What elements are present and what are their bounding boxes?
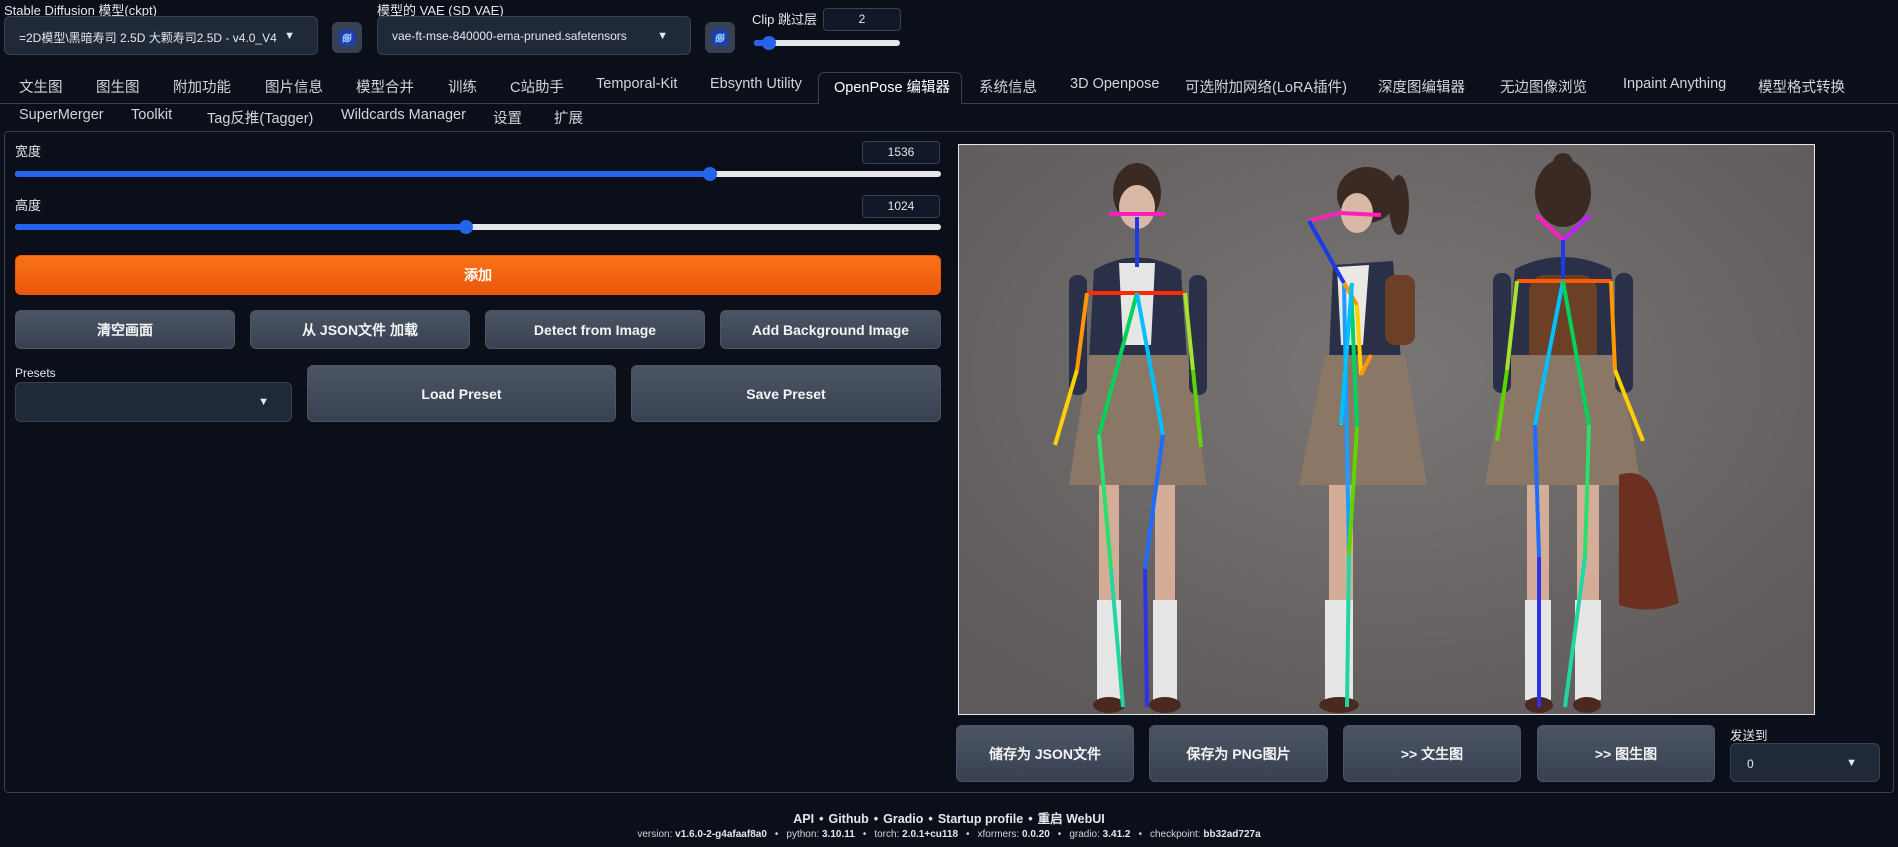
tab-19[interactable]: Tag反推(Tagger) xyxy=(207,107,313,128)
tab-bar: 文生图 图生图 附加功能 图片信息 模型合并 训练 C站助手 Temporal-Kit Ebsy… xyxy=(0,0,1898,130)
tab-4[interactable]: 模型合并 xyxy=(356,76,414,97)
version-value: 3.41.2 xyxy=(1102,829,1131,840)
load-preset-button[interactable]: Load Preset xyxy=(307,365,616,422)
footer-separator: • xyxy=(1028,812,1033,826)
add-background-image-button[interactable]: Add Background Image xyxy=(720,310,941,349)
tab-11[interactable]: 3D Openpose xyxy=(1070,76,1159,92)
version-key: gradio: xyxy=(1069,829,1100,840)
chevron-down-icon: ▼ xyxy=(258,396,269,408)
version-key: checkpoint: xyxy=(1150,829,1201,840)
tab-7[interactable]: Temporal-Kit xyxy=(596,76,677,92)
tab-3[interactable]: 图片信息 xyxy=(265,76,323,97)
tab-13[interactable]: 深度图编辑器 xyxy=(1378,76,1465,97)
footer-links: API • Github • Gradio • Startup profile • 重启 Web… xyxy=(0,808,1898,827)
clear-canvas-button[interactable]: 清空画面 xyxy=(15,310,235,349)
save-json-button[interactable]: 储存为 JSON文件 xyxy=(956,725,1134,782)
tab-8[interactable]: Ebsynth Utility xyxy=(710,76,802,92)
footer-separator: • xyxy=(928,812,933,826)
height-label: 高度 xyxy=(15,198,42,213)
add-button[interactable]: 添加 xyxy=(15,255,941,295)
tab-10[interactable]: 系统信息 xyxy=(979,76,1037,97)
tab-6[interactable]: C站助手 xyxy=(510,76,564,97)
tab-0[interactable]: 文生图 xyxy=(19,76,63,97)
presets-dropdown[interactable]: ▼ xyxy=(15,382,292,422)
footer-separator: • xyxy=(774,829,779,840)
pose-preview xyxy=(959,145,1814,714)
footer-link[interactable]: Startup profile xyxy=(938,812,1023,826)
version-key: torch: xyxy=(874,829,900,840)
send-to-dropdown[interactable]: 0 ▼ xyxy=(1730,743,1880,782)
footer-separator: • xyxy=(819,812,824,826)
send-to-value: 0 xyxy=(1747,757,1754,771)
openpose-canvas[interactable] xyxy=(958,144,1815,715)
width-slider[interactable] xyxy=(15,167,941,181)
tab-1[interactable]: 图生图 xyxy=(96,76,140,97)
version-key: python: xyxy=(786,829,820,840)
tab-21[interactable]: 设置 xyxy=(493,107,522,128)
save-png-button[interactable]: 保存为 PNG图片 xyxy=(1149,725,1328,782)
tab-17[interactable]: SuperMerger xyxy=(19,107,104,123)
send-to-txt2img-button[interactable]: >> 文生图 xyxy=(1343,725,1521,782)
footer-separator: • xyxy=(873,812,879,826)
width-label: 宽度 xyxy=(15,144,42,159)
tab-5[interactable]: 训练 xyxy=(448,76,477,97)
footer-separator: • xyxy=(1057,829,1062,840)
footer-link[interactable]: 重启 WebUI xyxy=(1038,812,1105,826)
tab-20[interactable]: Wildcards Manager xyxy=(341,107,466,123)
version-value: v1.6.0-2-g4afaaf8a0 xyxy=(675,829,767,840)
footer-version: version: v1.6.0-2-g4afaaf8a0 • python: 3.1… xyxy=(0,829,1898,840)
width-input[interactable]: 1536 xyxy=(862,141,940,164)
tab-2[interactable]: 附加功能 xyxy=(173,76,231,97)
tab-16[interactable]: 模型格式转换 xyxy=(1758,76,1845,97)
height-slider[interactable] xyxy=(15,220,941,234)
version-value: 0.0.20 xyxy=(1021,829,1050,840)
footer-link[interactable]: API xyxy=(793,812,814,826)
send-to-label: 发送到 xyxy=(1730,729,1768,743)
version-key: xformers: xyxy=(977,829,1020,840)
presets-label: Presets xyxy=(15,366,56,380)
tab-bar-divider xyxy=(0,103,818,104)
footer-link[interactable]: Gradio xyxy=(883,812,923,826)
footer-link[interactable]: Github xyxy=(828,812,868,826)
footer-separator: • xyxy=(966,829,970,840)
version-value: 3.10.11 xyxy=(822,829,855,840)
load-json-button[interactable]: 从 JSON文件 加载 xyxy=(250,310,470,349)
send-to-img2img-button[interactable]: >> 图生图 xyxy=(1537,725,1715,782)
tab-9[interactable]: OpenPose 编辑器 xyxy=(834,76,950,97)
version-value: bb32ad727a xyxy=(1203,829,1261,840)
height-input[interactable]: 1024 xyxy=(862,195,940,218)
detect-from-image-button[interactable]: Detect from Image xyxy=(485,310,705,349)
save-preset-button[interactable]: Save Preset xyxy=(631,365,941,422)
tab-22[interactable]: 扩展 xyxy=(554,107,583,128)
tab-18[interactable]: Toolkit xyxy=(131,107,172,123)
chevron-down-icon: ▼ xyxy=(1846,757,1857,769)
footer-separator: • xyxy=(1138,829,1142,840)
version-value: 2.0.1+cu118 xyxy=(902,829,959,840)
version-key: version: xyxy=(637,829,673,840)
tab-14[interactable]: 无边图像浏览 xyxy=(1500,76,1587,97)
footer-separator: • xyxy=(862,829,867,840)
tab-12[interactable]: 可选附加网络(LoRA插件) xyxy=(1185,76,1347,97)
tab-bar-divider xyxy=(962,103,1898,104)
tab-15[interactable]: Inpaint Anything xyxy=(1623,76,1726,92)
